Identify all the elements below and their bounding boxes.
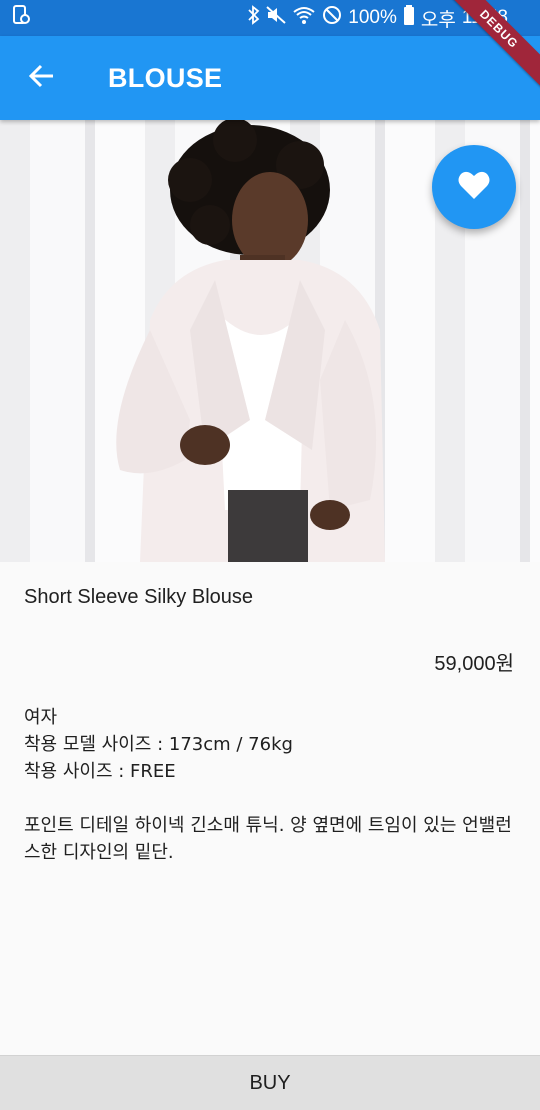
do-not-disturb-icon [322, 5, 342, 31]
info-model-size: 착용 모델 사이즈 : 173cm / 76kg [24, 734, 293, 755]
screenshot-icon [12, 5, 30, 31]
buy-button[interactable]: BUY [0, 1055, 540, 1110]
product-name: Short Sleeve Silky Blouse [24, 586, 254, 608]
mute-icon [266, 5, 286, 31]
product-description: 포인트 디테일 하이넥 긴소매 튜닉. 양 옆면에 트임이 있는 언밸런스한 디… [24, 815, 512, 863]
wifi-icon [292, 5, 316, 31]
status-ampm: 오후 [420, 9, 456, 31]
product-info: 여자 착용 모델 사이즈 : 173cm / 76kg 착용 사이즈 : FRE… [24, 704, 293, 785]
favorite-button[interactable] [432, 145, 516, 229]
battery-icon [403, 5, 415, 31]
info-fit-size: 착용 사이즈 : FREE [24, 761, 176, 782]
back-button[interactable] [0, 36, 84, 120]
status-left [12, 5, 30, 31]
bluetooth-icon [248, 5, 260, 31]
product-detail-screen: 100% 오후 11:58 DEBUG BLOUSE [0, 0, 540, 1110]
product-price: 59,000원 [434, 653, 514, 675]
battery-percent: 100% [348, 7, 397, 28]
heart-icon [458, 170, 490, 204]
app-bar: BLOUSE [0, 36, 540, 120]
page-title: BLOUSE [108, 62, 223, 93]
info-gender: 여자 [24, 707, 58, 728]
arrow-back-icon [28, 62, 56, 94]
